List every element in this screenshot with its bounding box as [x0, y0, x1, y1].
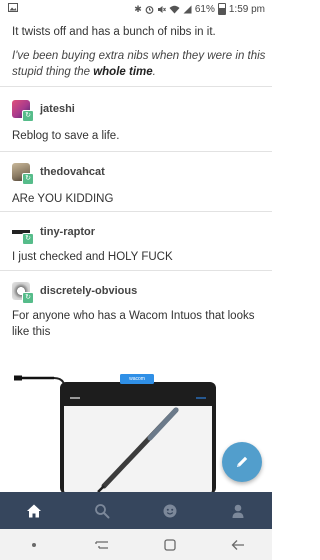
- status-bar: ✱ 61% 1:59 pm: [0, 0, 272, 18]
- divider: [0, 151, 272, 152]
- wifi-icon: [169, 5, 180, 13]
- recent-apps-icon: [95, 540, 108, 549]
- battery-icon: [217, 3, 226, 15]
- italic-quote: I've been buying extra nibs when they we…: [0, 48, 296, 80]
- tab-search[interactable]: [82, 492, 122, 529]
- avatar[interactable]: ↻: [12, 100, 34, 122]
- bottom-tab-bar: [0, 492, 272, 529]
- system-nav-bar: [0, 529, 272, 560]
- username[interactable]: tiny-raptor: [40, 226, 95, 238]
- signal-icon: [183, 5, 192, 13]
- search-icon: [95, 503, 110, 518]
- reblog-badge-icon: ↻: [22, 110, 34, 122]
- clock: 1:59 pm: [228, 3, 265, 15]
- mute-icon: [157, 5, 166, 13]
- wacom-brand-label: wacom: [129, 376, 145, 382]
- reblog-badge-icon: ↻: [22, 173, 34, 185]
- home-square-icon: [164, 538, 176, 551]
- quoted-text: It twists off and has a bunch of nibs in…: [12, 26, 216, 38]
- italic-quote-bold: whole time: [93, 66, 153, 78]
- activity-icon: [163, 504, 177, 517]
- tab-account[interactable]: [218, 492, 258, 529]
- back-icon: [231, 539, 244, 550]
- avatar[interactable]: ↻: [12, 223, 34, 245]
- reblog-text: ARe YOU KIDDING: [12, 193, 114, 205]
- username[interactable]: jateshi: [40, 103, 75, 115]
- battery-percent: 61%: [194, 3, 215, 15]
- divider: [0, 211, 272, 212]
- compose-post-button[interactable]: [222, 442, 262, 482]
- divider: [0, 270, 272, 271]
- avatar[interactable]: ↻: [12, 163, 34, 185]
- italic-quote-end: .: [152, 66, 156, 78]
- reblog-text: For anyone who has a Wacom Intuos that l…: [12, 310, 255, 338]
- reblog-text: I just checked and HOLY FUCK: [12, 251, 173, 263]
- username[interactable]: discretely-obvious: [40, 285, 137, 297]
- avatar[interactable]: ↻: [12, 282, 34, 304]
- username[interactable]: thedovahcat: [40, 166, 105, 178]
- account-icon: [232, 504, 244, 518]
- reblog-text: Reblog to save a life.: [12, 130, 120, 142]
- nav-dot-button[interactable]: [14, 529, 54, 560]
- back-nav-button[interactable]: [218, 529, 258, 560]
- image-icon: [8, 3, 18, 12]
- home-nav-button[interactable]: [150, 529, 190, 560]
- tab-activity[interactable]: [150, 492, 190, 529]
- divider: [0, 86, 272, 87]
- bluetooth-icon: ✱: [134, 4, 142, 14]
- alarm-icon: [145, 5, 154, 14]
- tab-home[interactable]: [14, 492, 54, 529]
- pencil-icon: [237, 456, 248, 467]
- reblog-badge-icon: ↻: [22, 292, 34, 304]
- nav-dot-icon: [32, 542, 36, 547]
- home-icon: [27, 504, 41, 517]
- reblog-badge-icon: ↻: [22, 233, 34, 245]
- recent-apps-button[interactable]: [82, 529, 122, 560]
